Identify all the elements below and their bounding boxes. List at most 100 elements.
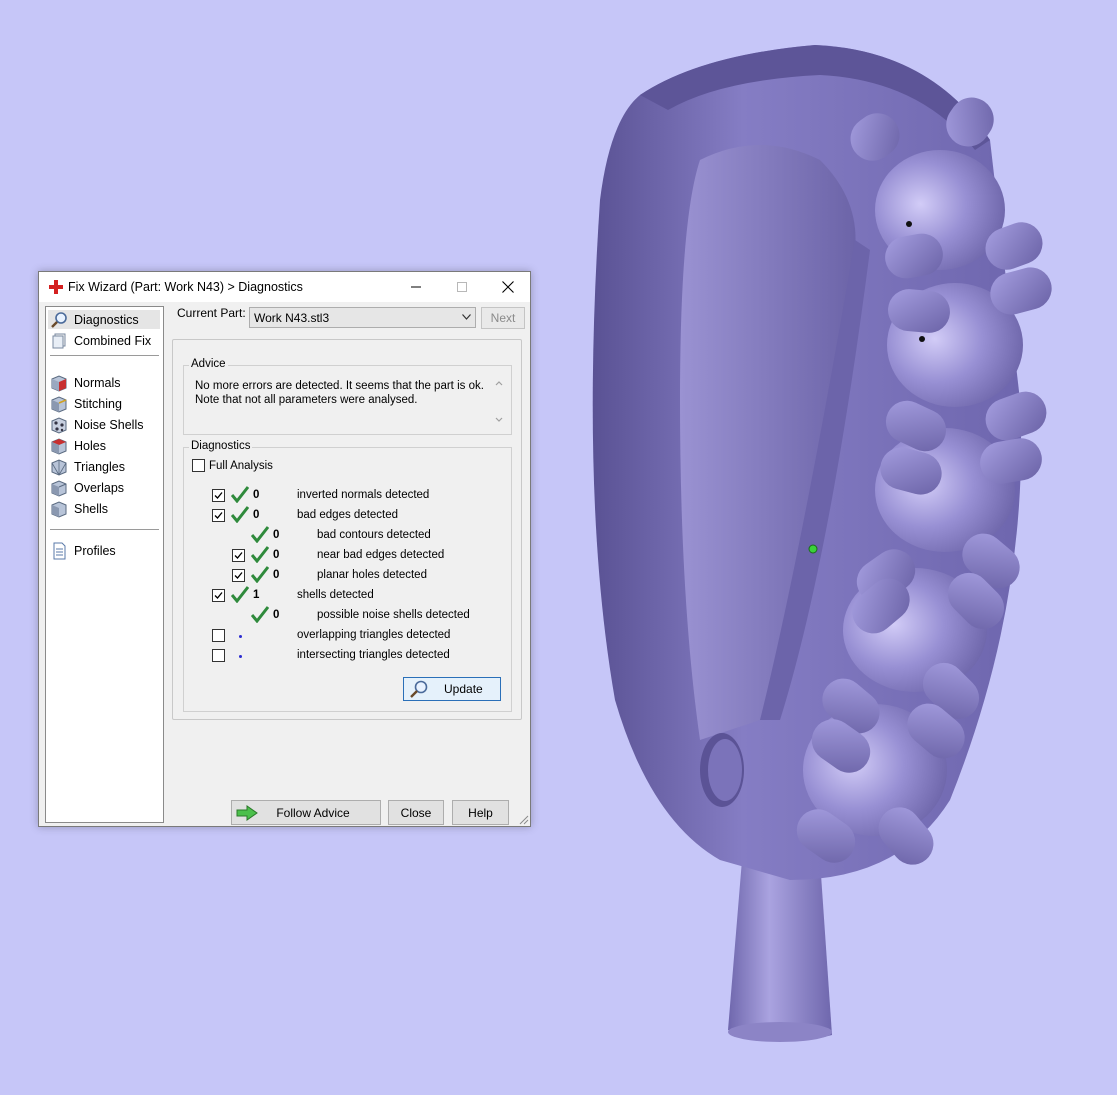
row-checkbox[interactable] <box>212 589 225 602</box>
green-check-icon <box>231 486 249 503</box>
row-checkbox[interactable] <box>212 629 225 642</box>
nav-item-holes[interactable]: Holes <box>48 436 160 455</box>
nav-item-label: Stitching <box>74 396 122 411</box>
green-check-icon <box>251 546 269 563</box>
advice-title: Advice <box>189 358 228 370</box>
row-count: 0 <box>273 549 280 561</box>
row-label: intersecting triangles detected <box>297 649 450 661</box>
scroll-arrows-icon <box>495 381 503 422</box>
magnifier-icon <box>51 311 67 328</box>
full-analysis-label: Full Analysis <box>209 460 273 472</box>
triangles-cube-icon <box>51 458 67 476</box>
current-part-select[interactable]: Work N43.stl3 <box>249 307 476 328</box>
resize-grip-icon[interactable] <box>519 815 529 825</box>
current-part-label: Current Part: <box>177 306 246 320</box>
nav-item-label: Noise Shells <box>74 417 144 432</box>
title-bar[interactable]: Fix Wizard (Part: Work N43) > Diagnostic… <box>39 272 530 302</box>
chevron-down-icon <box>462 314 471 320</box>
nav-item-combined-fix[interactable]: Combined Fix <box>48 331 160 350</box>
normals-cube-icon <box>51 374 67 392</box>
combined-fix-icon <box>52 333 66 348</box>
red-cross-icon <box>49 280 63 294</box>
pending-dot-icon <box>239 655 242 658</box>
row-checkbox[interactable] <box>212 489 225 502</box>
green-arrow-right-icon <box>236 805 258 821</box>
nav-separator <box>50 529 159 530</box>
row-count: 0 <box>273 529 280 541</box>
noise-shells-icon <box>51 416 67 434</box>
row-count: 0 <box>253 509 260 521</box>
follow-advice-label: Follow Advice <box>276 805 350 820</box>
help-button[interactable]: Help <box>452 800 509 825</box>
nav-item-label: Normals <box>74 375 121 390</box>
nav-item-label: Profiles <box>74 543 116 558</box>
green-check-icon <box>251 566 269 583</box>
advice-line: Note that not all parameters were analys… <box>195 393 418 406</box>
row-label: inverted normals detected <box>297 489 430 501</box>
nav-item-normals[interactable]: Normals <box>48 373 160 392</box>
fix-wizard-dialog: Fix Wizard (Part: Work N43) > Diagnostic… <box>38 271 531 827</box>
nav-item-label: Triangles <box>74 459 125 474</box>
advice-scrollbar[interactable] <box>493 378 505 425</box>
nav-item-label: Holes <box>74 438 106 453</box>
nav-item-shells[interactable]: Shells <box>48 499 160 518</box>
shells-cube-icon <box>51 500 67 518</box>
green-check-icon <box>251 606 269 623</box>
current-part-value: Work N43.stl3 <box>254 311 330 325</box>
nav-item-triangles[interactable]: Triangles <box>48 457 160 476</box>
checkmark-icon <box>214 592 223 599</box>
pending-dot-icon <box>239 635 242 638</box>
row-label: overlapping triangles detected <box>297 629 451 641</box>
advice-line: No more errors are detected. It seems th… <box>195 380 484 392</box>
minimize-button[interactable] <box>393 272 439 302</box>
magnifier-icon <box>410 680 428 698</box>
fix-wizard-nav: Diagnostics Combined Fix Normals Stitchi… <box>45 306 164 823</box>
update-button[interactable]: Update <box>403 677 501 701</box>
nav-item-diagnostics[interactable]: Diagnostics <box>48 310 160 329</box>
row-label: shells detected <box>297 589 374 601</box>
nav-item-noise-shells[interactable]: Noise Shells <box>48 415 160 434</box>
advice-text: No more errors are detected. It seems th… <box>195 380 490 407</box>
row-count: 0 <box>273 569 280 581</box>
nav-item-label: Shells <box>74 501 109 516</box>
close-window-button[interactable] <box>485 272 531 302</box>
green-check-icon <box>231 586 249 603</box>
holes-cube-icon <box>51 437 67 455</box>
row-count: 0 <box>273 609 280 621</box>
checkmark-icon <box>214 492 223 499</box>
row-checkbox[interactable] <box>232 549 245 562</box>
row-count: 0 <box>253 489 260 501</box>
green-check-icon <box>251 526 269 543</box>
next-button[interactable]: Next <box>481 307 525 329</box>
full-analysis-checkbox[interactable] <box>192 459 205 472</box>
maximize-icon <box>457 282 467 292</box>
window-title: Fix Wizard (Part: Work N43) > Diagnostic… <box>68 280 303 294</box>
row-label: possible noise shells detected <box>317 609 470 621</box>
row-label: bad contours detected <box>317 529 431 541</box>
checkmark-icon <box>234 552 243 559</box>
nav-item-label: Diagnostics <box>74 312 139 327</box>
row-count: 1 <box>253 589 260 601</box>
profiles-document-icon <box>53 542 66 559</box>
row-label: bad edges detected <box>297 509 399 521</box>
checkmark-icon <box>234 572 243 579</box>
update-label: Update <box>444 682 483 696</box>
row-checkbox[interactable] <box>212 649 225 662</box>
nav-item-stitching[interactable]: Stitching <box>48 394 160 413</box>
close-button[interactable]: Close <box>388 800 444 825</box>
follow-advice-button[interactable]: Follow Advice <box>231 800 381 825</box>
green-check-icon <box>231 506 249 523</box>
nav-item-label: Overlaps <box>74 480 125 495</box>
close-icon <box>502 281 514 293</box>
nav-separator <box>50 355 159 356</box>
nav-item-profiles[interactable]: Profiles <box>48 541 160 560</box>
overlaps-cube-icon <box>51 479 67 497</box>
advice-group: Advice No more errors are detected. It s… <box>183 358 512 435</box>
stitching-cube-icon <box>51 395 67 413</box>
row-checkbox[interactable] <box>212 509 225 522</box>
nav-item-overlaps[interactable]: Overlaps <box>48 478 160 497</box>
maximize-button[interactable] <box>439 272 485 302</box>
nav-item-label: Combined Fix <box>74 333 152 348</box>
row-label: near bad edges detected <box>317 549 445 561</box>
row-checkbox[interactable] <box>232 569 245 582</box>
